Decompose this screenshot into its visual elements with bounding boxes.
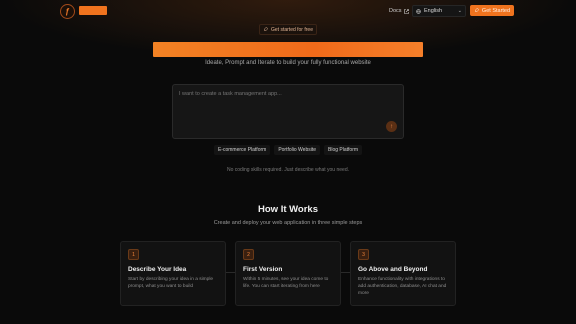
step-card-2: 2 First Version Within 5 minutes, see yo… [235, 241, 341, 306]
docs-label: Docs [389, 8, 402, 14]
language-value: English [424, 8, 443, 14]
language-select[interactable]: English ⌄ [412, 5, 466, 17]
step-number: 1 [128, 249, 139, 260]
arrow-up-icon: ↑ [390, 123, 393, 130]
docs-link[interactable]: Docs [389, 6, 409, 16]
external-link-icon [403, 8, 409, 14]
no-coding-note: No coding skills required. Just describe… [226, 167, 349, 173]
globe-icon [416, 8, 421, 14]
prompt-input[interactable] [179, 91, 397, 121]
hero-subtitle: Ideate, Prompt and Iterate to build your… [205, 60, 371, 66]
pill-label: Get started for free [271, 26, 313, 33]
chip-ecommerce[interactable]: E-commerce Platform [213, 145, 271, 155]
hero-headline-bar [153, 42, 423, 57]
step-title: Go Above and Beyond [358, 266, 428, 273]
step-card-3: 3 Go Above and Beyond Enhance functional… [350, 241, 456, 306]
step-title: Describe Your Idea [128, 266, 187, 273]
step-number: 2 [243, 249, 254, 260]
chip-blog[interactable]: Blog Platform [324, 145, 363, 155]
send-button[interactable]: ↑ [386, 121, 397, 132]
step-card-1: 1 Describe Your Idea Start by describing… [120, 241, 226, 306]
step-description: Start by describing your idea in a simpl… [128, 277, 214, 290]
step-description: Within 5 minutes, see your idea come to … [243, 277, 329, 290]
chip-portfolio[interactable]: Portfolio Website [274, 145, 321, 155]
rocket-icon [474, 8, 479, 13]
get-started-label: Get Started [481, 7, 511, 14]
get-started-free-pill[interactable]: Get started for free [259, 24, 317, 35]
get-started-button[interactable]: Get Started [470, 5, 514, 16]
how-it-works-subtitle: Create and deploy your web application i… [213, 220, 363, 226]
example-chips: E-commerce Platform Portfolio Website Bl… [0, 145, 576, 155]
prompt-box: ↑ [172, 84, 404, 139]
step-description: Enhance functionality with integrations … [358, 277, 447, 297]
chevron-down-icon: ⌄ [457, 8, 462, 14]
how-it-works-title: How It Works [258, 204, 318, 215]
step-title: First Version [243, 266, 283, 273]
brand-logo-bar[interactable] [79, 6, 107, 15]
rocket-icon [263, 27, 268, 32]
step-number: 3 [358, 249, 369, 260]
top-header: ƒ Docs English ⌄ Get Started [0, 0, 576, 22]
logo-icon[interactable]: ƒ [60, 4, 75, 19]
